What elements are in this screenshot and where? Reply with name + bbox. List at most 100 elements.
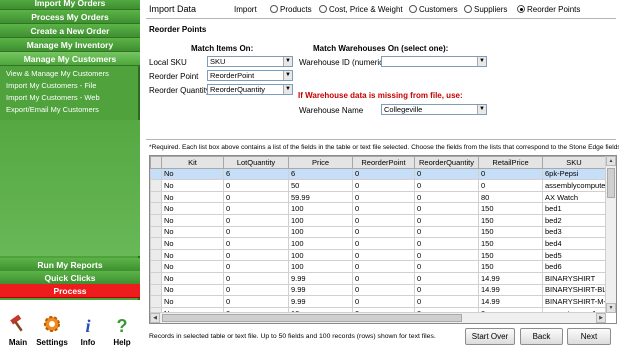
table-cell[interactable]: 100 (288, 202, 353, 215)
sidebar-item-import-customers-web[interactable]: Import My Customers - Web (6, 92, 136, 104)
row-selector[interactable] (150, 271, 162, 285)
import-my-orders-button[interactable]: Import My Orders (0, 0, 140, 10)
table-row[interactable]: No 0 100 0 0 150 bed5 (150, 248, 606, 262)
table-cell[interactable]: No (161, 248, 224, 262)
table-cell[interactable]: 100 (288, 248, 353, 262)
row-selector[interactable] (150, 260, 162, 273)
warehouse-name-select[interactable]: Collegeville ▼ (381, 104, 487, 115)
info-toolbar-button[interactable]: i Info (72, 314, 104, 356)
table-cell[interactable]: 100 (288, 225, 353, 239)
column-header[interactable]: RetailPrice (478, 156, 543, 169)
table-cell[interactable]: 14.99 (478, 271, 543, 285)
run-reports-button[interactable]: Run My Reports (0, 258, 140, 272)
table-cell[interactable]: 0 (223, 248, 289, 262)
data-grid[interactable]: Kit LotQuantity Price ReorderPoint Reord… (149, 155, 617, 324)
quick-clicks-button[interactable]: Quick Clicks (0, 271, 140, 285)
table-cell[interactable]: AX Watch (542, 190, 606, 204)
table-cell[interactable]: 14.99 (478, 283, 543, 297)
table-cell[interactable]: 100 (288, 213, 353, 227)
table-row[interactable]: No 0 100 0 0 150 bed3 (150, 225, 606, 239)
table-cell[interactable]: 0 (414, 283, 479, 297)
table-cell[interactable]: No (161, 213, 224, 227)
table-cell[interactable]: No (161, 271, 224, 285)
table-cell[interactable]: 0 (478, 167, 543, 181)
create-new-order-button[interactable]: Create a New Order (0, 24, 140, 38)
table-cell[interactable]: No (161, 260, 224, 273)
table-cell[interactable]: BINARYSHIRT-BLK (542, 283, 606, 297)
table-cell[interactable]: 50 (288, 179, 353, 192)
vertical-scrollbar[interactable]: ▲ ▼ (605, 156, 616, 313)
table-cell[interactable]: 0 (223, 295, 289, 308)
table-cell[interactable]: 0 (223, 283, 289, 297)
table-cell[interactable]: 0 (414, 260, 479, 273)
table-cell[interactable]: 0 (352, 179, 415, 192)
sidebar-item-view-manage-customers[interactable]: View & Manage My Customers (6, 68, 136, 80)
settings-toolbar-button[interactable]: Settings (36, 314, 68, 356)
reorder-quantity-select[interactable]: ReorderQuantity ▼ (207, 84, 293, 95)
next-button[interactable]: Next (567, 328, 611, 345)
table-row[interactable]: No 0 59.99 0 0 80 AX Watch (150, 190, 606, 204)
scroll-up-icon[interactable]: ▲ (606, 156, 616, 166)
column-header[interactable]: LotQuantity (223, 156, 289, 169)
row-selector[interactable] (150, 283, 162, 297)
process-button[interactable]: Process (0, 284, 140, 298)
process-my-orders-button[interactable]: Process My Orders (0, 10, 140, 24)
table-cell[interactable]: bed6 (542, 260, 606, 273)
table-cell[interactable]: 150 (478, 202, 543, 215)
table-cell[interactable]: 0 (414, 179, 479, 192)
table-cell[interactable]: assemblycompute (542, 179, 606, 192)
table-cell[interactable]: 0 (223, 202, 289, 215)
table-cell[interactable]: 9.99 (288, 271, 353, 285)
table-cell[interactable]: bed5 (542, 248, 606, 262)
table-cell[interactable]: 0 (352, 271, 415, 285)
table-cell[interactable]: No (161, 237, 224, 250)
table-row[interactable]: No 0 100 0 0 150 bed2 (150, 213, 606, 227)
table-cell[interactable]: BINARYSHIRT-M- (542, 295, 606, 308)
radio-products[interactable]: Products (270, 5, 312, 14)
manage-inventory-button[interactable]: Manage My Inventory (0, 38, 140, 52)
table-cell[interactable]: 100 (288, 237, 353, 250)
row-selector[interactable] (150, 225, 162, 239)
table-cell[interactable]: 0 (223, 190, 289, 204)
table-cell[interactable]: 0 (478, 179, 543, 192)
table-cell[interactable]: 6 (223, 167, 289, 181)
table-row[interactable]: No 0 100 0 0 150 bed4 (150, 237, 606, 250)
table-cell[interactable]: 150 (478, 237, 543, 250)
row-selector[interactable] (150, 167, 162, 181)
table-cell[interactable]: No (161, 179, 224, 192)
reorder-point-select[interactable]: ReorderPoint ▼ (207, 70, 293, 81)
row-selector[interactable] (150, 190, 162, 204)
table-cell[interactable]: 0 (414, 248, 479, 262)
table-cell[interactable]: 0 (223, 260, 289, 273)
table-row[interactable]: No 0 9.99 0 0 14.99 BINARYSHIRT (150, 271, 606, 285)
radio-suppliers[interactable]: Suppliers (464, 5, 507, 14)
scroll-left-icon[interactable]: ◀ (150, 313, 160, 323)
radio-cost-price-weight[interactable]: Cost, Price & Weight (319, 5, 403, 14)
table-cell[interactable]: 150 (478, 260, 543, 273)
table-row[interactable]: No 6 6 0 0 0 6pk-Pepsi (150, 167, 606, 181)
table-cell[interactable]: 59.99 (288, 190, 353, 204)
table-cell[interactable]: 0 (414, 213, 479, 227)
table-cell[interactable]: 150 (478, 248, 543, 262)
table-cell[interactable]: 9.99 (288, 283, 353, 297)
main-toolbar-button[interactable]: Main (2, 314, 34, 356)
table-cell[interactable]: 0 (414, 295, 479, 308)
table-row[interactable]: No 0 50 0 0 0 assemblycompute (150, 179, 606, 192)
table-cell[interactable]: No (161, 167, 224, 181)
table-cell[interactable]: bed4 (542, 237, 606, 250)
table-cell[interactable]: 0 (223, 225, 289, 239)
back-button[interactable]: Back (520, 328, 563, 345)
table-cell[interactable]: 0 (223, 213, 289, 227)
table-cell[interactable]: 0 (414, 237, 479, 250)
table-cell[interactable]: 0 (223, 237, 289, 250)
table-row[interactable]: No 0 9.99 0 0 14.99 BINARYSHIRT-M- (150, 295, 606, 308)
table-cell[interactable]: 0 (352, 225, 415, 239)
table-cell[interactable]: bed2 (542, 213, 606, 227)
manage-customers-button[interactable]: Manage My Customers (0, 52, 140, 66)
table-cell[interactable]: 0 (352, 167, 415, 181)
column-header[interactable]: SKU (542, 156, 606, 169)
table-cell[interactable]: 0 (352, 260, 415, 273)
table-cell[interactable]: 0 (352, 283, 415, 297)
table-cell[interactable]: No (161, 190, 224, 204)
radio-customers[interactable]: Customers (409, 5, 458, 14)
